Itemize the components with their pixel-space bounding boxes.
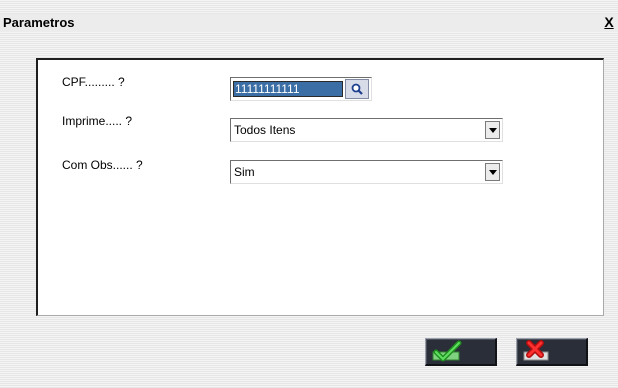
com-obs-label: Com Obs...... ? [62, 158, 143, 172]
cpf-lookup-button[interactable] [345, 79, 369, 99]
imprime-label: Imprime..... ? [62, 114, 133, 128]
com-obs-dropdown-button[interactable] [485, 163, 500, 181]
imprime-dropdown-button[interactable] [485, 121, 500, 139]
com-obs-selected-value: Sim [234, 165, 255, 179]
parameters-panel: CPF......... ? Imprime..... ? Todos Iten… [36, 58, 604, 316]
checkmark-icon [432, 340, 462, 362]
magnifier-icon [351, 83, 363, 95]
imprime-select[interactable]: Todos Itens [230, 118, 503, 142]
red-x-icon [523, 340, 549, 361]
window-title: Parametros [3, 15, 75, 30]
title-bar: Parametros X [0, 14, 618, 32]
chevron-down-icon [489, 170, 497, 175]
cancel-button[interactable] [516, 338, 588, 366]
parametros-dialog: Parametros X CPF......... ? Imprime.....… [0, 0, 618, 388]
close-button[interactable]: X [602, 15, 616, 29]
chevron-down-icon [489, 128, 497, 133]
cpf-field [230, 77, 372, 101]
imprime-selected-value: Todos Itens [234, 123, 296, 137]
cpf-input[interactable] [233, 81, 343, 97]
cpf-label: CPF......... ? [62, 75, 125, 89]
com-obs-select[interactable]: Sim [230, 160, 503, 184]
confirm-button[interactable] [425, 338, 497, 366]
